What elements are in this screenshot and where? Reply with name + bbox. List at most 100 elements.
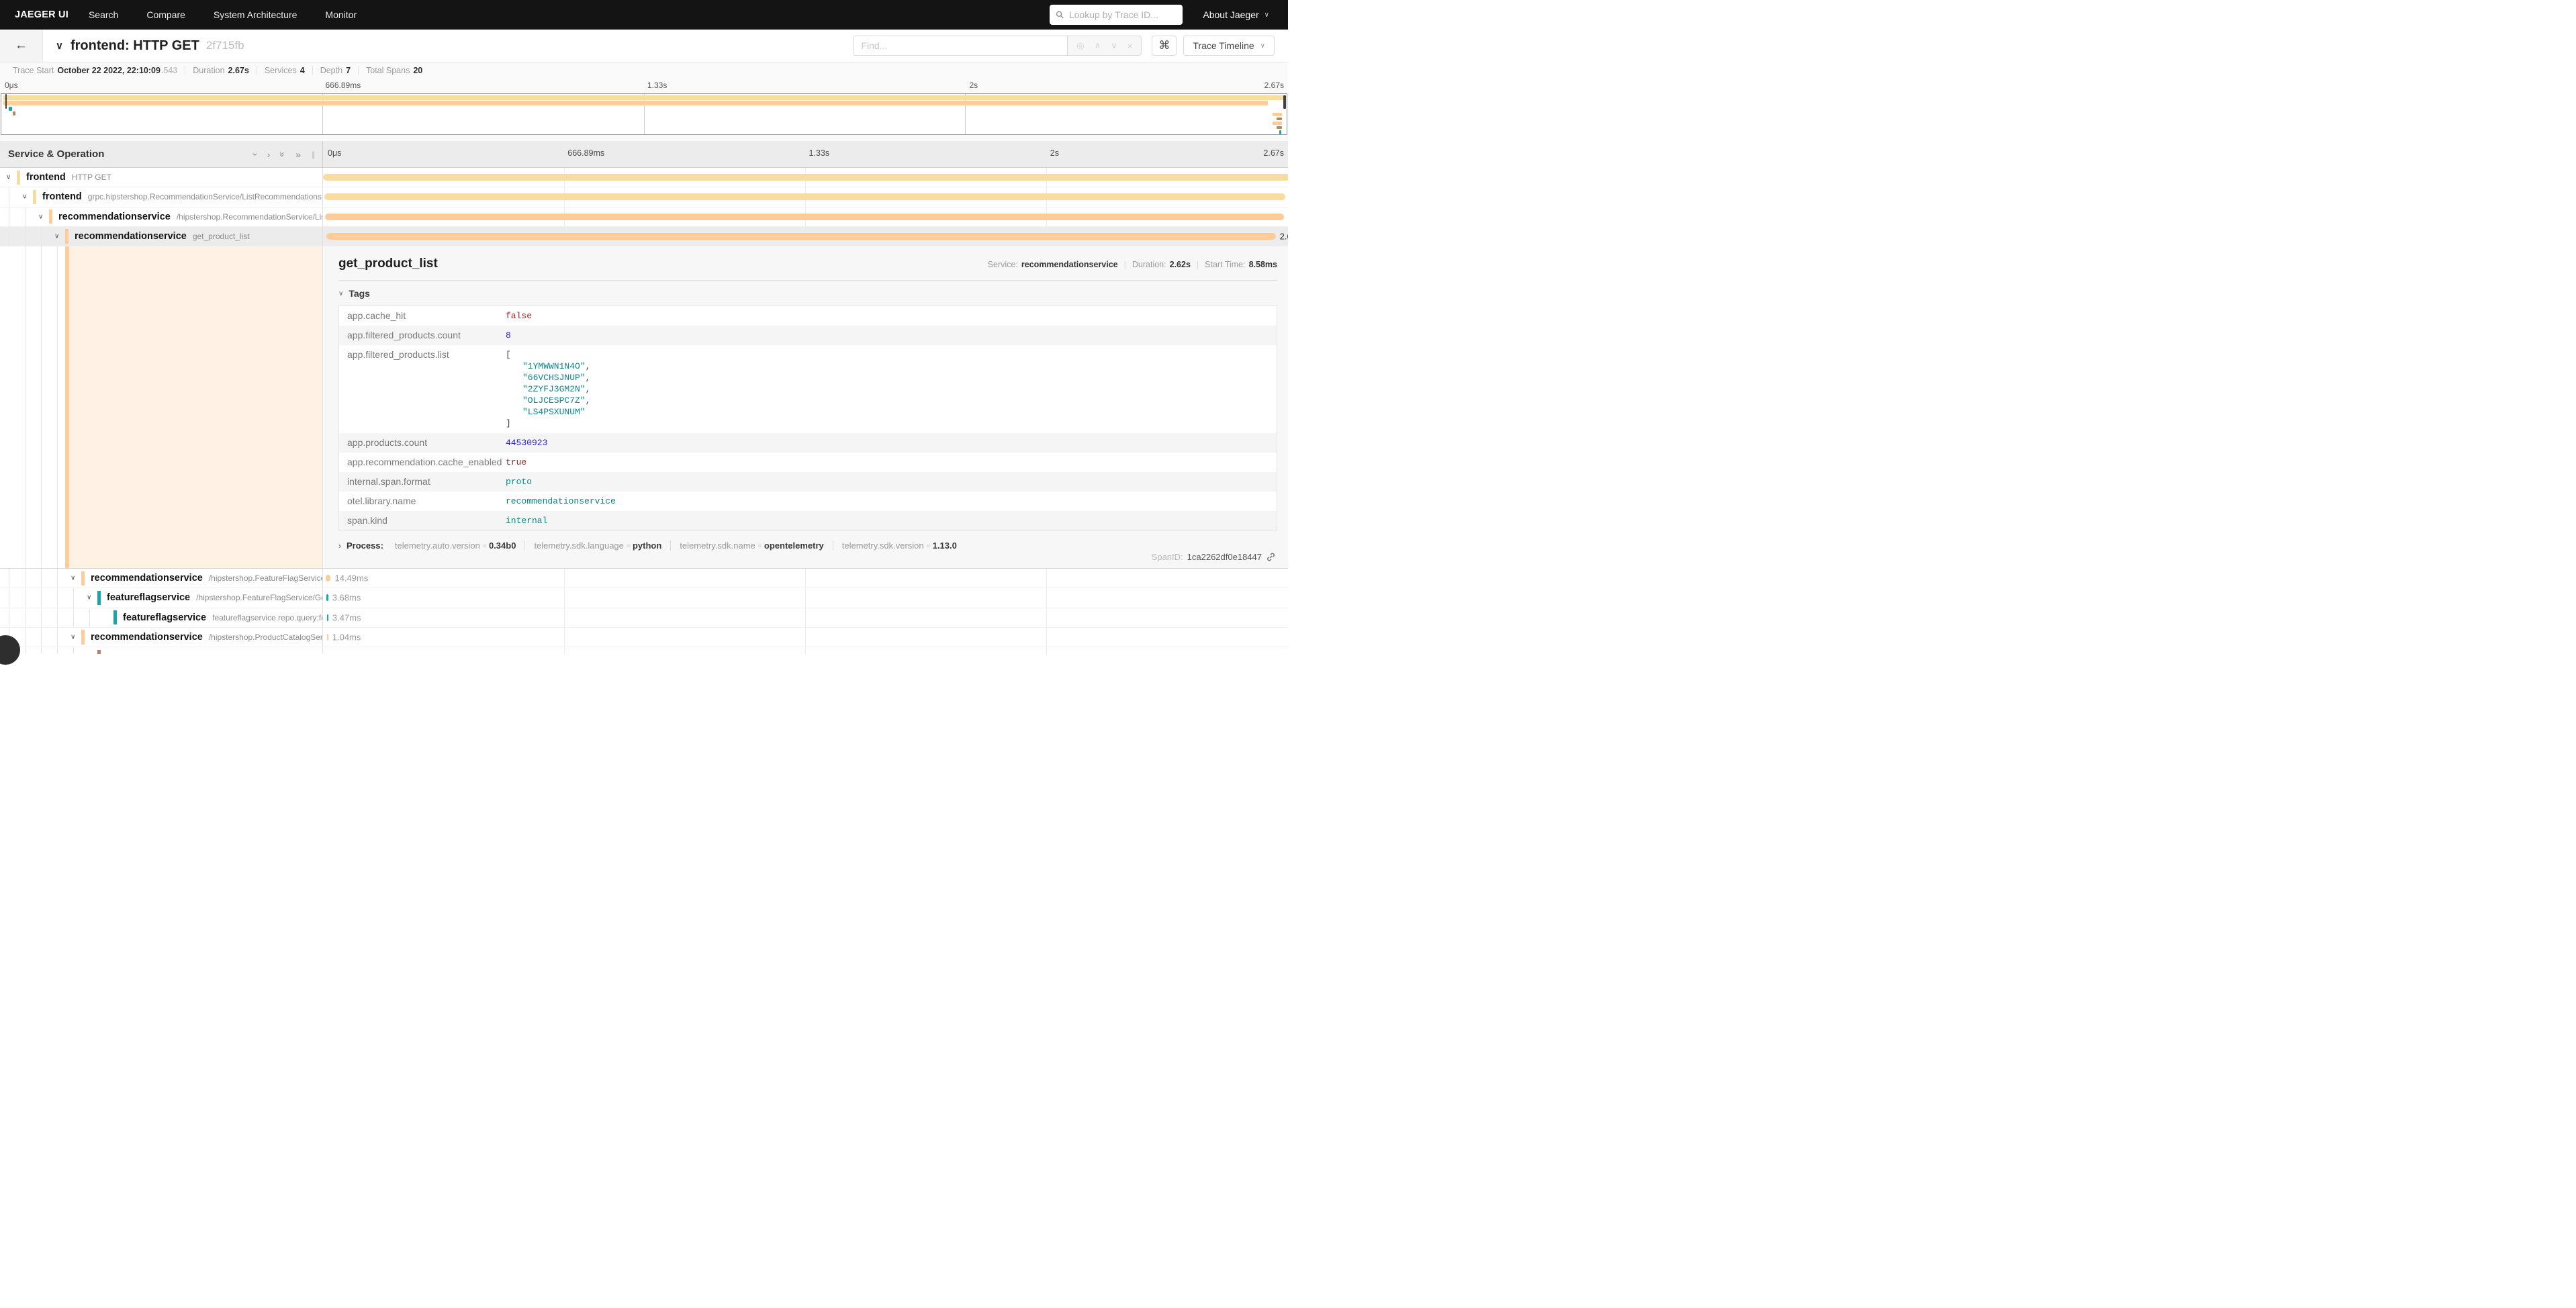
span-name-cell[interactable] — [0, 647, 323, 654]
span-duration-bar[interactable] — [326, 594, 328, 601]
trace-view-label: Trace Timeline — [1193, 40, 1254, 51]
span-name-cell[interactable]: ∨recommendationserviceget_product_list — [0, 227, 323, 246]
back-button[interactable]: ← — [0, 30, 43, 62]
tag-row[interactable]: span.kindinternal — [339, 511, 1277, 530]
find-next-icon[interactable]: ∨ — [1111, 40, 1117, 51]
span-name-cell[interactable]: ∨recommendationservice/hipstershop.Recom… — [0, 207, 323, 226]
column-resizer-handle[interactable]: ∥ — [312, 150, 316, 159]
span-row[interactable]: ∨recommendationservice/hipstershop.Recom… — [0, 207, 1288, 227]
find-clear-icon[interactable]: × — [1128, 41, 1133, 51]
chevron-down-icon[interactable]: ∨ — [71, 575, 75, 582]
span-id-row: SpanID: 1ca2262df0e18447 — [1152, 552, 1276, 562]
chevron-down-icon[interactable]: ∨ — [54, 233, 59, 240]
tag-row[interactable]: app.filtered_products.count8 — [339, 326, 1277, 345]
find-focus-icon[interactable]: ◎ — [1076, 40, 1084, 51]
collapse-all-icon[interactable]: » — [277, 152, 288, 157]
nav-item-search[interactable]: Search — [89, 9, 118, 20]
span-timeline-cell[interactable]: 3.47ms — [323, 608, 1288, 627]
span-name-cell[interactable]: ∨recommendationservice/hipstershop.Produ… — [0, 628, 323, 647]
find-input[interactable] — [861, 40, 1060, 51]
span-name: featureflagservicefeatureflagservice.rep… — [113, 608, 323, 627]
meta-value: 8.58ms — [1249, 260, 1277, 269]
span-timeline-cell[interactable] — [323, 647, 1288, 654]
tag-row[interactable]: app.products.count44530923 — [339, 433, 1277, 453]
span-timeline-cell[interactable] — [323, 168, 1288, 187]
span-duration-bar[interactable] — [326, 575, 330, 581]
indent-guides — [9, 569, 73, 588]
summary-label: Services — [265, 66, 297, 75]
about-jaeger-menu[interactable]: About Jaeger ∨ — [1203, 9, 1269, 20]
span-row[interactable] — [0, 647, 1288, 654]
app-brand[interactable]: JAEGER UI — [15, 9, 68, 20]
comma: , — [586, 373, 591, 383]
equals-sign: = — [926, 543, 932, 551]
span-timeline-cell[interactable] — [323, 187, 1288, 206]
span-timeline-cell[interactable]: 1.04ms — [323, 628, 1288, 647]
find-input-box[interactable] — [853, 36, 1067, 56]
span-row-partial — [0, 647, 1288, 654]
trace-view-selector[interactable]: Trace Timeline ∨ — [1183, 36, 1275, 56]
service-name: recommendationservice — [91, 632, 203, 643]
chevron-down-icon[interactable]: ∨ — [6, 174, 11, 181]
expand-one-icon[interactable]: › — [267, 149, 271, 160]
trace-lookup-box[interactable] — [1050, 5, 1183, 25]
span-duration-bar[interactable] — [328, 654, 330, 655]
span-timeline-cell[interactable]: 2.62s — [323, 227, 1288, 246]
chevron-down-icon[interactable]: ∨ — [38, 213, 43, 220]
collapse-one-icon[interactable]: › — [250, 152, 261, 156]
span-row[interactable]: ∨recommendationservice/hipstershop.Produ… — [0, 628, 1288, 647]
tag-row[interactable]: otel.library.namerecommendationservice — [339, 492, 1277, 511]
array-item: "1YMWWN1N4O", — [506, 361, 590, 372]
span-name-cell[interactable]: ∨featureflagservice/hipstershop.FeatureF… — [0, 588, 323, 607]
span-row[interactable]: featureflagservicefeatureflagservice.rep… — [0, 608, 1288, 628]
nav-item-compare[interactable]: Compare — [146, 9, 185, 20]
span-row[interactable]: ∨frontendgrpc.hipstershop.Recommendation… — [0, 187, 1288, 207]
span-row[interactable]: ∨recommendationservice/hipstershop.Featu… — [0, 569, 1288, 588]
expand-all-icon[interactable]: » — [295, 149, 301, 160]
tag-row[interactable]: app.filtered_products.list["1YMWWN1N4O",… — [339, 345, 1277, 433]
tag-row[interactable]: app.cache_hitfalse — [339, 306, 1277, 326]
chevron-down-icon[interactable]: ∨ — [71, 634, 75, 641]
span-duration-bar[interactable] — [323, 174, 1288, 181]
indent-guide — [25, 246, 26, 568]
trace-id-short: 2f715fb — [206, 39, 244, 52]
span-duration-bar[interactable] — [327, 634, 328, 641]
span-row[interactable]: ∨frontendHTTP GET — [0, 168, 1288, 187]
find-prev-icon[interactable]: ∧ — [1095, 40, 1101, 51]
minimap-canvas[interactable] — [1, 93, 1287, 135]
nav-item-monitor[interactable]: Monitor — [325, 9, 357, 20]
link-icon[interactable] — [1266, 552, 1276, 562]
span-name-cell[interactable]: ∨frontendgrpc.hipstershop.Recommendation… — [0, 187, 323, 206]
process-field: telemetry.sdk.name = opentelemetry — [670, 541, 832, 551]
tag-row[interactable]: internal.span.formatproto — [339, 472, 1277, 492]
trace-lookup-input[interactable] — [1069, 9, 1177, 20]
process-fields: telemetry.auto.version = 0.34b0telemetry… — [386, 541, 966, 551]
service-color-bar — [113, 610, 117, 624]
span-duration-bar[interactable] — [325, 214, 1284, 220]
span-name-cell[interactable]: ∨recommendationservice/hipstershop.Featu… — [0, 569, 323, 588]
trace-header-bar: ← ∨ frontend: HTTP GET 2f715fb ◎ ∧ ∨ × ⌘… — [0, 30, 1288, 62]
selected-span-fill — [69, 246, 322, 568]
process-field-key: telemetry.sdk.name — [680, 541, 757, 551]
nav-item-system-architecture[interactable]: System Architecture — [214, 9, 297, 20]
span-timeline-cell[interactable]: 14.49ms — [323, 569, 1288, 588]
span-duration-label: 14.49ms — [334, 573, 368, 583]
span-name-cell[interactable]: ∨frontendHTTP GET — [0, 168, 323, 187]
tag-row[interactable]: app.recommendation.cache_enabledtrue — [339, 453, 1277, 472]
span-row[interactable]: ∨featureflagservice/hipstershop.FeatureF… — [0, 588, 1288, 608]
span-duration-bar[interactable] — [327, 614, 328, 621]
chevron-down-icon[interactable]: ∨ — [22, 193, 27, 201]
span-duration-bar[interactable] — [326, 233, 1276, 240]
chevron-down-icon[interactable]: ∨ — [87, 594, 91, 602]
keyboard-shortcuts-button[interactable]: ⌘ — [1152, 36, 1177, 56]
span-timeline-cell[interactable]: 3.68ms — [323, 588, 1288, 607]
trace-collapse-chevron-icon[interactable]: ∨ — [56, 40, 63, 52]
span-duration-bar[interactable] — [324, 193, 1285, 200]
span-name-cell[interactable]: featureflagservicefeatureflagservice.rep… — [0, 608, 323, 627]
indent-guide — [57, 246, 58, 568]
span-row[interactable]: ∨recommendationserviceget_product_list2.… — [0, 227, 1288, 246]
tags-section-toggle[interactable]: ∨ Tags — [338, 288, 1277, 299]
process-row[interactable]: › Process: telemetry.auto.version = 0.34… — [338, 541, 1277, 551]
summary-label: Duration — [193, 66, 224, 75]
span-timeline-cell[interactable] — [323, 207, 1288, 226]
